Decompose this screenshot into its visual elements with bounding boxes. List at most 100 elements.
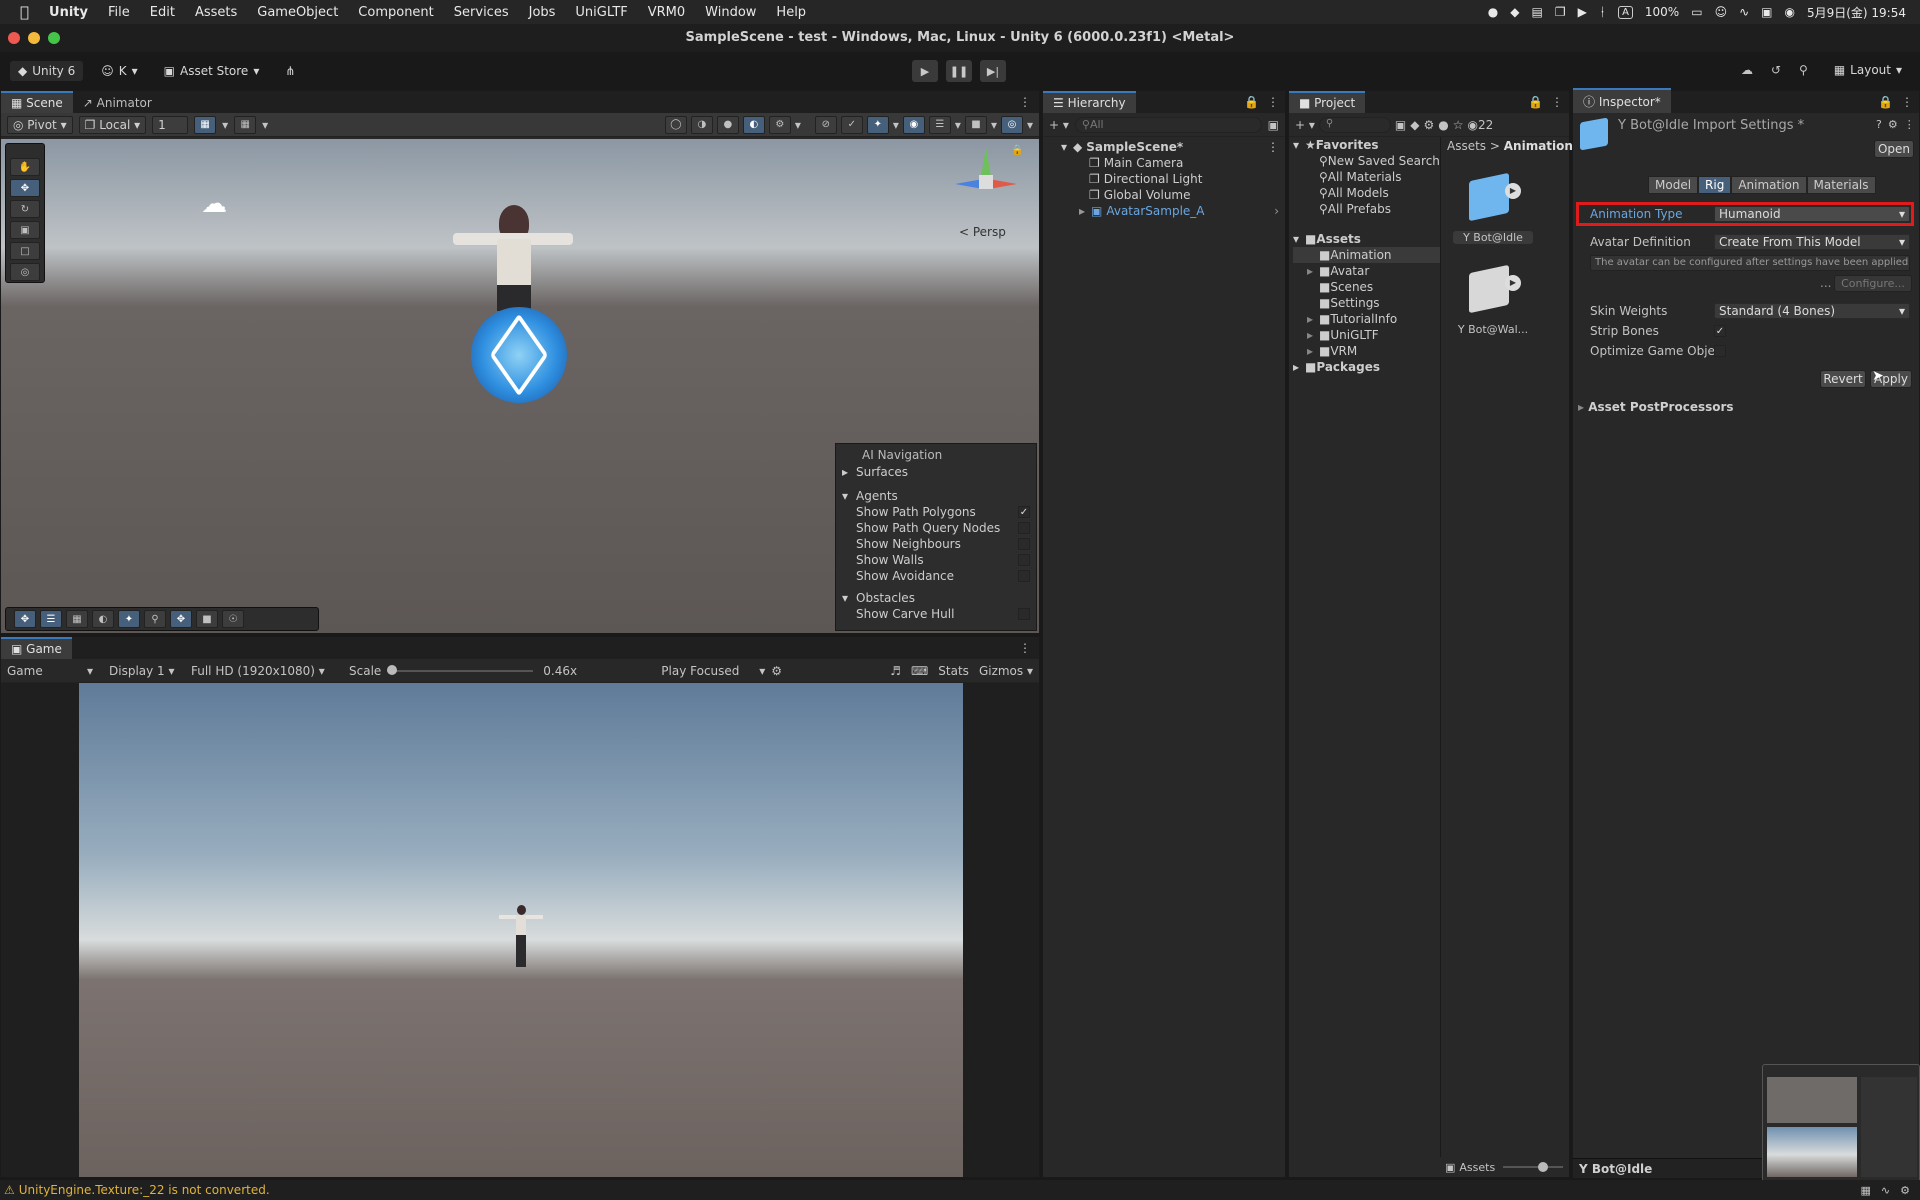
window-thumbnail[interactable] [1762,1064,1920,1186]
lock-icon[interactable]: 🔒 [1878,95,1893,109]
user-icon[interactable]: ☺ [1715,5,1728,19]
ai-nav-option[interactable]: Show Avoidance [842,568,1030,584]
assets-header[interactable]: ▾ ■ Assets [1293,231,1440,247]
help-icon[interactable]: ? [1876,118,1882,131]
display-dropdown[interactable]: Display 1 ▾ [99,664,177,678]
status-network-icon[interactable]: ∿ [1881,1184,1890,1197]
ai-nav-option-checkbox[interactable] [1018,608,1030,620]
chevron-down-icon[interactable]: ▾ [893,118,899,132]
hierarchy-item-directional-light[interactable]: ❐ Directional Light [1079,171,1285,187]
menu-uniglTF[interactable]: UniGLTF [565,5,637,20]
status-message[interactable]: UnityEngine.Texture:_22 is not converted… [19,1183,270,1197]
open-button[interactable]: Open [1874,140,1914,158]
panel-menu-icon[interactable]: ⋮ [1551,95,1563,109]
grid-visibility-icon[interactable]: ▦ [234,115,257,134]
menu-services[interactable]: Services [444,5,519,20]
shading-unlit-icon[interactable]: ● [716,115,739,134]
asset-store-dropdown[interactable]: ▣ Asset Store ▾ [156,61,268,81]
control-center-icon[interactable]: ◉ [1784,5,1794,19]
tab-animation[interactable]: Animation [1731,176,1807,194]
animation-type-dropdown[interactable]: Humanoid ▾ [1714,206,1910,222]
input-source-icon[interactable]: A [1618,5,1633,19]
unity-status-icon[interactable]: ◆ [1510,5,1519,19]
2d-toggle-icon[interactable]: ⊘ [814,115,837,134]
account-dropdown[interactable]: ☺ K ▾ [93,61,145,81]
optimize-checkbox[interactable] [1714,345,1726,357]
asset-folder-item[interactable]: ▸ ■ VRM [1293,343,1440,359]
lighting-toggle-icon[interactable]: ✓ [840,115,863,134]
shading-shaded-wire-icon[interactable]: ◑ [690,115,713,134]
status-debug-icon[interactable]: ⚙ [1900,1184,1910,1197]
asset-file-tile[interactable]: ▶ Y Bot@Idle [1453,167,1533,244]
tab-game[interactable]: ▣ Game [1,637,72,659]
create-asset-button[interactable]: + ▾ [1295,118,1315,132]
favorites-header[interactable]: ▾ ★ Favorites [1293,137,1440,153]
orientation-gizmo[interactable] [951,147,1021,217]
clipboard-icon[interactable]: ▤ [1532,5,1543,19]
shading-wireframe-icon[interactable]: ◯ [664,115,687,134]
scene-viewport[interactable]: ✋ ✥ ↻ ▣ □ ◎ ☁ 🔒 < Persp AI Navigation ▸ … [1,139,1039,633]
revert-button[interactable]: Revert [1820,370,1866,388]
transform-tool-icon[interactable]: ◎ [10,263,40,281]
ai-nav-option[interactable]: Show Neighbours [842,536,1030,552]
tab-project[interactable]: ■ Project [1289,91,1366,113]
ai-nav-option-checkbox[interactable] [1018,522,1030,534]
clock[interactable]: 5月9日(金) 19:54 [1807,4,1906,21]
scene-root[interactable]: ▾ ◆ SampleScene* ⋮ [1061,139,1285,155]
search-filter-icon[interactable]: ▣ [1268,118,1279,132]
history-icon[interactable]: ↺ [1771,63,1781,77]
tab-model[interactable]: Model [1648,176,1699,194]
ai-nav-option[interactable]: Show Walls [842,552,1030,568]
camera-gizmo-icon[interactable]: ☁ [201,189,227,219]
menu-edit[interactable]: Edit [140,5,185,20]
media-icon[interactable]: ▶ [1578,5,1587,19]
ai-nav-option-checkbox[interactable] [1018,554,1030,566]
favorite-item[interactable]: ⚲ All Materials [1293,169,1440,185]
breadcrumb-assets[interactable]: Assets [1447,139,1486,153]
selection-gizmo-icon[interactable] [471,307,567,403]
ai-nav-title[interactable]: AI Navigation [842,448,1030,462]
scale-slider[interactable] [387,664,534,677]
menu-assets[interactable]: Assets [185,5,247,20]
navmesh-icon[interactable]: ✦ [118,610,140,628]
favorite-item[interactable]: ⚲ All Prefabs [1293,201,1440,217]
cloud-icon[interactable]: ☁ [1741,63,1753,77]
chevron-down-icon[interactable]: ▾ [262,118,268,132]
game-view-dropdown[interactable]: Game ▾ [7,664,93,678]
gizmos-icon[interactable]: ◎ [1000,115,1023,134]
tab-inspector[interactable]: ⓘ Inspector* [1573,88,1671,113]
tab-rig[interactable]: Rig [1698,176,1732,194]
perspective-label[interactable]: < Persp [959,225,1006,239]
move-tool-icon[interactable]: ✥ [10,179,40,197]
tab-animator[interactable]: ↗ Animator [73,93,162,113]
sliders-icon[interactable]: ☰ [40,610,62,628]
chevron-right-icon[interactable]: › [1274,204,1285,218]
hierarchy-item-avatar[interactable]: ▸ ▣ AvatarSample_A › [1079,203,1285,219]
favorite-item[interactable]: ⚲ New Saved Search [1293,153,1440,169]
project-search-input[interactable]: ⚲ [1318,116,1391,133]
icon-size-slider[interactable] [1503,1162,1564,1172]
hierarchy-item-global-volume[interactable]: ❐ Global Volume [1079,187,1285,203]
wifi-icon[interactable]: ∿ [1739,5,1749,19]
scale-tool-icon[interactable]: ▣ [10,221,40,239]
skin-weights-dropdown[interactable]: Standard (4 Bones) ▾ [1714,303,1910,319]
search-by-label-icon[interactable]: ◆ [1410,118,1419,132]
windows-icon[interactable]: ❐ [1555,5,1566,19]
configure-button[interactable]: Configure... [1834,275,1912,292]
ai-nav-option[interactable]: Show Path Query Nodes [842,520,1030,536]
favorite-item[interactable]: ⚲ All Models [1293,185,1440,201]
keyboard-icon[interactable]: ⌨ [911,664,928,678]
search-by-type-icon[interactable]: ▣ [1395,118,1406,132]
asset-folder-item[interactable]: ▸ ■ TutorialInfo [1293,311,1440,327]
panel-menu-icon[interactable]: ⋮ [1901,95,1913,109]
version-control-button[interactable]: ⋔ [277,61,303,81]
app-menu[interactable]: Unity [39,5,98,20]
panel-menu-icon[interactable]: ⋮ [1011,95,1039,113]
audio-icon[interactable]: ♬ [890,664,901,678]
grid-icon[interactable]: ▦ [66,610,88,628]
apple-icon[interactable]:  [0,3,39,21]
bluetooth-icon[interactable]: ᛂ [1599,5,1606,19]
hierarchy-item-main-camera[interactable]: ❐ Main Camera [1079,155,1285,171]
chevron-down-icon[interactable]: ▾ [795,118,801,132]
battery-icon[interactable]: ▭ [1691,5,1702,19]
